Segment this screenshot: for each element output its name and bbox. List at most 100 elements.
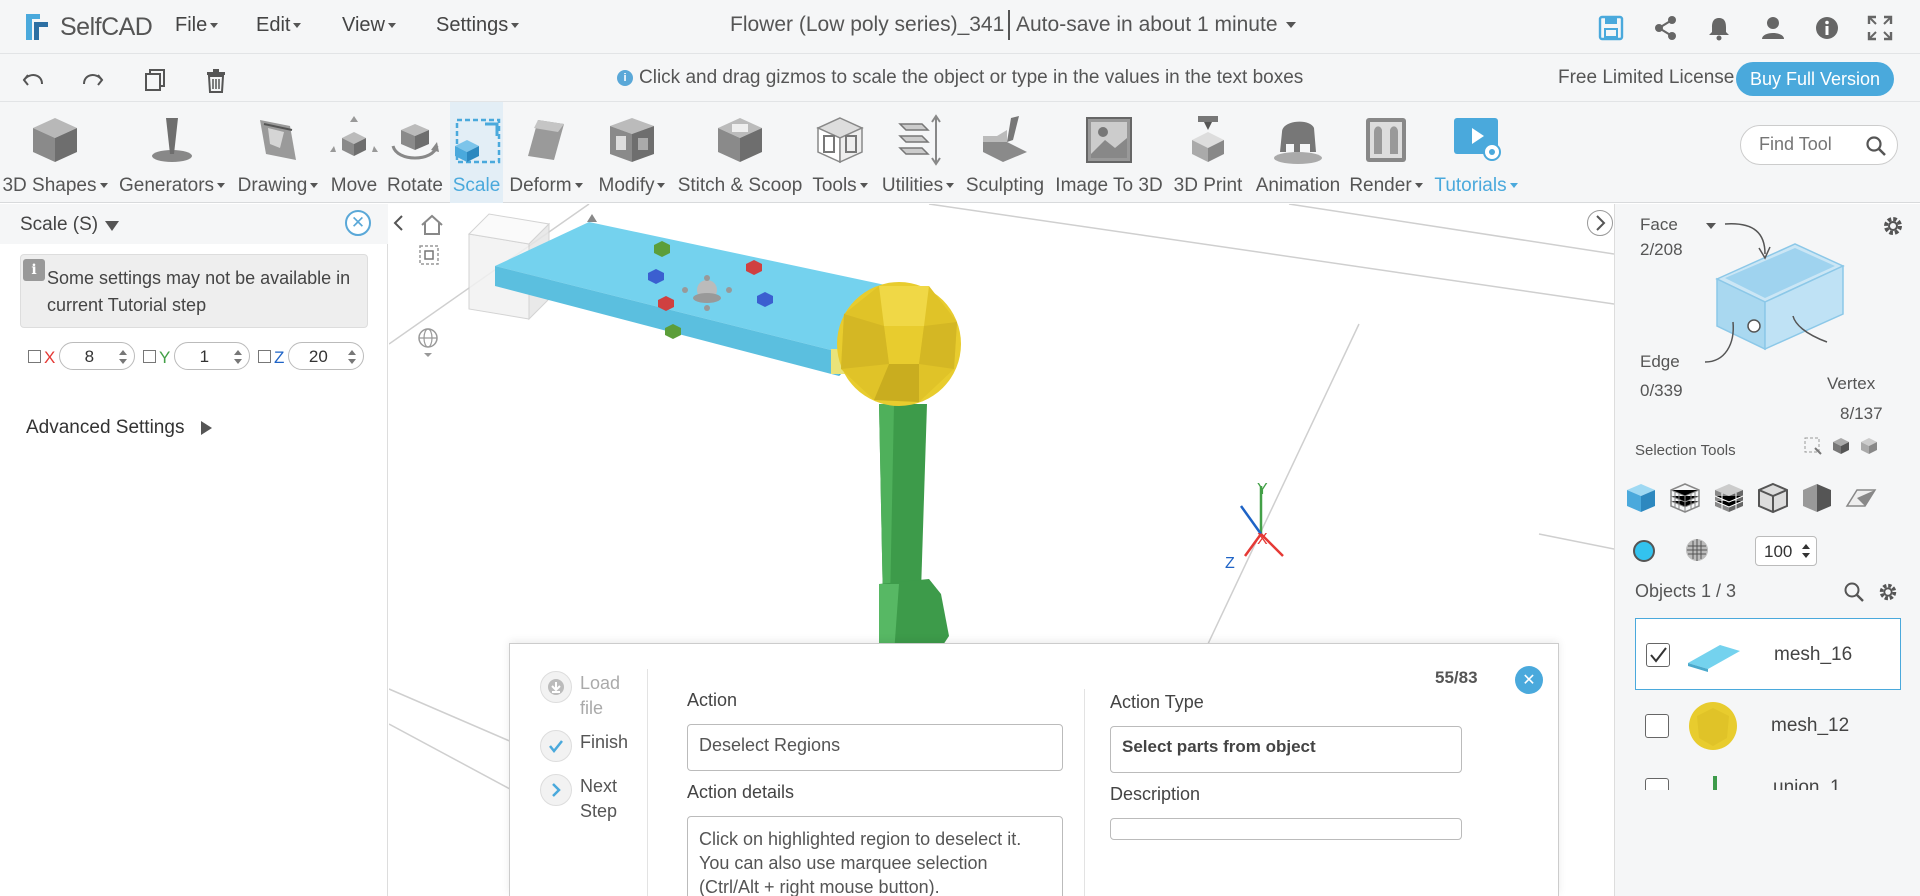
collapse-right-panel-button[interactable] xyxy=(1587,210,1613,236)
object-visibility-checkbox[interactable] xyxy=(1646,643,1670,667)
finish-step-button[interactable]: Finish xyxy=(540,730,628,762)
tool-rotate[interactable]: Rotate xyxy=(385,102,445,203)
next-step-button[interactable]: Next Step xyxy=(540,774,630,824)
info-icon: i xyxy=(617,70,633,86)
divider xyxy=(1084,689,1085,896)
search-icon[interactable] xyxy=(1843,581,1865,603)
tool-3d-print[interactable]: 3D Print xyxy=(1170,102,1246,203)
spinner-arrows-icon[interactable] xyxy=(1802,543,1810,559)
spinner-arrows-icon[interactable] xyxy=(119,348,128,366)
tool-scale[interactable]: Scale xyxy=(450,102,503,203)
menu-settings[interactable]: Settings xyxy=(436,14,519,37)
document-title[interactable]: Flower (Low poly series)_341 xyxy=(730,13,1004,37)
tool-move[interactable]: Move xyxy=(324,102,384,203)
select-mesh-mode-icon[interactable] xyxy=(1667,480,1703,516)
brush-pattern-icon[interactable] xyxy=(1684,537,1710,563)
tool-hint-text: Click and drag gizmos to scale the objec… xyxy=(639,67,1304,88)
fit-view-icon[interactable] xyxy=(418,244,440,266)
tool-utilities[interactable]: Utilities xyxy=(876,102,960,203)
save-icon[interactable] xyxy=(1597,14,1625,42)
view-orbit-icon[interactable] xyxy=(416,326,440,360)
tool-sculpting[interactable]: Sculpting xyxy=(962,102,1048,203)
selection-mode-cube-icon[interactable] xyxy=(1695,214,1895,364)
object-row-mesh-16[interactable]: mesh_16 xyxy=(1635,618,1901,690)
buy-full-version-button[interactable]: Buy Full Version xyxy=(1736,62,1894,96)
gear-icon[interactable] xyxy=(1877,581,1899,603)
object-visibility-checkbox[interactable] xyxy=(1645,714,1669,738)
marquee-select-icon[interactable] xyxy=(1803,436,1823,456)
tool-tutorials[interactable]: Tutorials xyxy=(1426,102,1526,203)
tool-deform[interactable]: Deform xyxy=(505,102,587,203)
axis-y-value: 1 xyxy=(199,347,210,366)
menu-edit[interactable]: Edit xyxy=(256,14,301,37)
checkmark-icon xyxy=(540,730,572,762)
move-icon xyxy=(330,116,378,156)
checkmark-icon xyxy=(1650,647,1667,663)
tool-generators[interactable]: Generators xyxy=(117,102,227,203)
copy-icon[interactable] xyxy=(140,66,168,94)
panel-collapse-arrow-icon[interactable] xyxy=(105,221,119,231)
select-edges-mode-icon[interactable] xyxy=(1755,480,1791,516)
objects-count-label: Objects 1 / 3 xyxy=(1635,581,1737,601)
autosave-status[interactable]: Auto-save in about 1 minute xyxy=(1016,13,1296,37)
fullscreen-icon[interactable] xyxy=(1866,14,1894,42)
home-view-icon[interactable] xyxy=(419,212,445,238)
vertex-mode-label[interactable]: Vertex xyxy=(1827,374,1875,394)
app-logo[interactable]: SelfCAD xyxy=(20,8,153,46)
select-polygon-mode-icon[interactable] xyxy=(1711,480,1747,516)
tool-stitch-scoop[interactable]: Stitch & Scoop xyxy=(675,102,805,203)
object-visibility-checkbox[interactable] xyxy=(1645,778,1669,790)
edge-mode-label[interactable]: Edge xyxy=(1640,352,1680,372)
selection-tools-label: Selection Tools xyxy=(1635,442,1736,459)
tool-tools[interactable]: Tools xyxy=(808,102,872,203)
axis-x-lock-checkbox[interactable] xyxy=(28,349,41,363)
delete-trash-icon[interactable] xyxy=(202,66,230,94)
face-mode-label[interactable]: Face xyxy=(1640,215,1678,235)
tool-render[interactable]: Render xyxy=(1346,102,1426,203)
find-tool-input[interactable] xyxy=(1759,134,1859,155)
select-object-mode-icon[interactable] xyxy=(1623,480,1659,516)
help-info-icon[interactable] xyxy=(1813,14,1841,42)
action-type-field: Select parts from object xyxy=(1110,726,1462,773)
image-to-3d-icon xyxy=(1086,117,1132,163)
tool-3d-shapes[interactable]: 3D Shapes xyxy=(0,102,110,203)
expand-arrow-icon[interactable] xyxy=(201,421,212,435)
tool-label: Render xyxy=(1349,175,1422,197)
secondary-toolbar: i Click and drag gizmos to scale the obj… xyxy=(0,54,1920,102)
advanced-settings-toggle[interactable]: Advanced Settings xyxy=(26,417,184,439)
menu-file[interactable]: File xyxy=(175,14,218,37)
tool-modify[interactable]: Modify xyxy=(591,102,673,203)
close-panel-button[interactable]: ✕ xyxy=(345,210,371,236)
object-row-union-1[interactable]: union_1 xyxy=(1635,762,1901,790)
notifications-bell-icon[interactable] xyxy=(1705,14,1733,42)
find-tool-search[interactable] xyxy=(1740,125,1898,165)
action-type-label: Action Type xyxy=(1110,692,1204,712)
close-tutorial-button[interactable]: ✕ xyxy=(1515,666,1543,694)
axis-z-input[interactable]: 20 xyxy=(288,342,365,370)
tool-drawing[interactable]: Drawing xyxy=(233,102,323,203)
select-faces-mode-icon[interactable] xyxy=(1799,480,1835,516)
info-icon: i xyxy=(23,259,45,281)
brush-round-icon[interactable] xyxy=(1633,540,1655,562)
tool-image-to-3d[interactable]: Image To 3D xyxy=(1051,102,1167,203)
redo-icon[interactable] xyxy=(78,66,106,94)
select-all-icon[interactable] xyxy=(1831,436,1851,456)
spinner-arrows-icon[interactable] xyxy=(234,348,243,366)
axis-y-input[interactable]: 1 xyxy=(174,342,251,370)
tool-animation[interactable]: Animation xyxy=(1250,102,1346,203)
axis-y-lock-checkbox[interactable] xyxy=(143,349,156,363)
brush-size-input[interactable]: 100 xyxy=(1755,536,1817,566)
select-plane-mode-icon[interactable] xyxy=(1843,480,1879,516)
tool-label: Sculpting xyxy=(965,175,1045,196)
search-icon[interactable] xyxy=(1865,135,1887,157)
menu-view[interactable]: View xyxy=(342,14,396,37)
spinner-arrows-icon[interactable] xyxy=(348,348,357,366)
user-account-icon[interactable] xyxy=(1759,14,1787,42)
share-icon[interactable] xyxy=(1652,14,1680,42)
object-name: mesh_16 xyxy=(1774,644,1853,665)
invert-selection-icon[interactable] xyxy=(1859,436,1879,456)
undo-icon[interactable] xyxy=(20,66,48,94)
axis-x-input[interactable]: 8 xyxy=(59,342,136,370)
axis-z-lock-checkbox[interactable] xyxy=(258,349,271,363)
object-row-mesh-12[interactable]: mesh_12 xyxy=(1635,690,1901,762)
